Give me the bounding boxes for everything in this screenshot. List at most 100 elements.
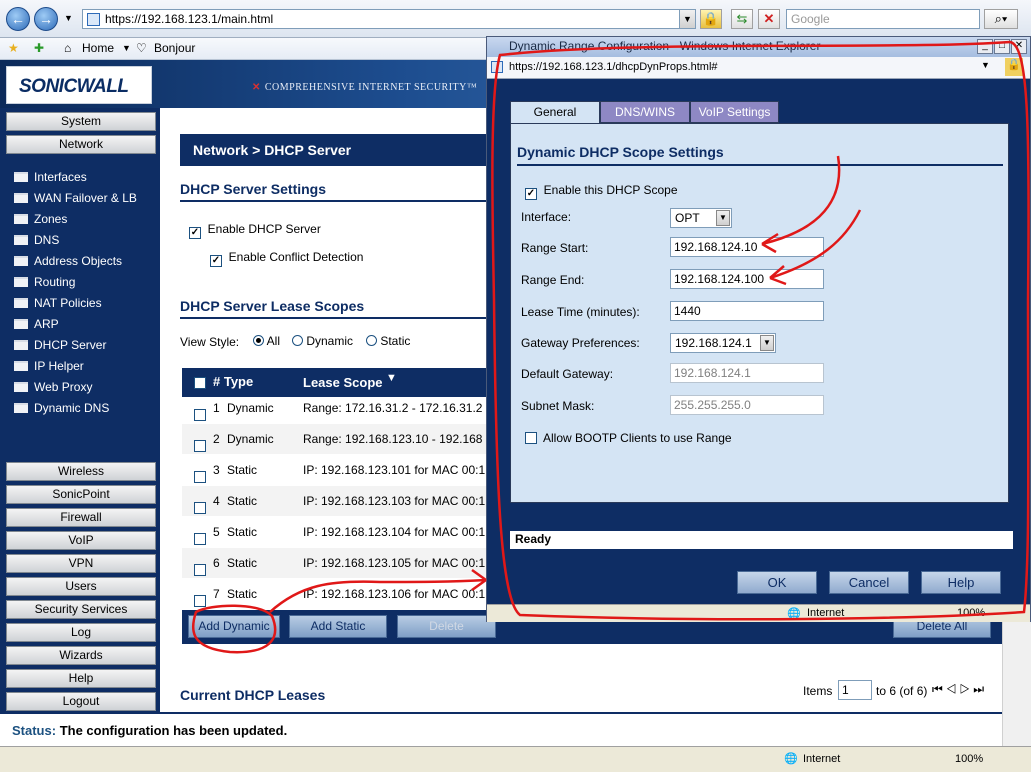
sort-icon[interactable]: ▼: [386, 372, 397, 384]
items-range: to 6 (of 6): [876, 684, 928, 698]
browser-zone: Internet: [803, 753, 841, 765]
minimize-icon[interactable]: _: [977, 39, 993, 54]
maximize-icon[interactable]: □: [994, 39, 1010, 54]
favorites-star-icon[interactable]: ★: [8, 41, 19, 55]
select-all-checkbox[interactable]: [194, 375, 206, 390]
help-button[interactable]: Help: [921, 571, 1001, 594]
popup-address-dropdown-icon[interactable]: ▼: [981, 60, 990, 70]
tab-voip-settings[interactable]: VoIP Settings: [690, 101, 779, 123]
home-icon[interactable]: ⌂: [64, 41, 71, 55]
enable-conflict-checkbox[interactable]: ✓: [210, 255, 222, 267]
sidebar-item-web-proxy[interactable]: Web Proxy: [14, 378, 92, 396]
browser-zoom[interactable]: 100%: [955, 753, 983, 765]
nav-firewall[interactable]: Firewall: [6, 508, 156, 527]
range-end-input[interactable]: 192.168.124.100: [670, 269, 824, 289]
tab-general[interactable]: General: [510, 101, 600, 124]
sidebar-item-arp[interactable]: ARP: [14, 315, 59, 333]
row-num: 3: [213, 463, 220, 477]
col-num-type[interactable]: # Type: [213, 374, 253, 389]
view-static-radio[interactable]: [366, 335, 377, 346]
nav-help[interactable]: Help: [6, 669, 156, 688]
add-favorite-icon[interactable]: ✚: [34, 41, 44, 55]
lock-icon[interactable]: 🔒: [1005, 58, 1023, 76]
sidebar-item-dynamic-dns[interactable]: Dynamic DNS: [14, 399, 109, 417]
pagination-icons[interactable]: ⏮◁▷⏭: [932, 682, 987, 697]
view-all-option[interactable]: All: [253, 334, 280, 348]
nav-users[interactable]: Users: [6, 577, 156, 596]
range-start-input[interactable]: 192.168.124.10: [670, 237, 824, 257]
sidebar-item-interfaces[interactable]: Interfaces: [14, 168, 87, 186]
nav-network[interactable]: Network: [6, 135, 156, 154]
interface-select[interactable]: OPT ▼: [670, 208, 732, 228]
divider: [517, 164, 1003, 166]
items-input[interactable]: 1: [838, 680, 872, 700]
fav-home[interactable]: Home: [82, 41, 114, 55]
back-icon[interactable]: ←: [6, 7, 30, 31]
enable-scope-checkbox[interactable]: ✓: [525, 188, 537, 200]
sidebar-item-address-objects[interactable]: Address Objects: [14, 252, 122, 270]
enable-scope-row[interactable]: ✓ Enable this DHCP Scope: [525, 183, 678, 200]
globe-icon: 🌐: [784, 753, 798, 765]
add-static-button[interactable]: Add Static: [289, 615, 387, 638]
view-dynamic-radio[interactable]: [292, 335, 303, 346]
view-all-radio[interactable]: [253, 335, 264, 346]
search-input[interactable]: Google: [786, 9, 980, 29]
address-bar[interactable]: https://192.168.123.1/main.html ▼: [82, 9, 696, 29]
address-dropdown-icon[interactable]: ▼: [679, 10, 695, 28]
refresh-icon[interactable]: ⇆: [731, 9, 753, 29]
nav-vpn[interactable]: VPN: [6, 554, 156, 573]
nav-sonicpoint[interactable]: SonicPoint: [6, 485, 156, 504]
table-row[interactable]: 3 Static IP: 192.168.123.101 for MAC 00:…: [182, 455, 492, 486]
table-row[interactable]: 4 Static IP: 192.168.123.103 for MAC 00:…: [182, 486, 492, 517]
sidebar-item-dns[interactable]: DNS: [14, 231, 59, 249]
col-lease-scope[interactable]: Lease Scope: [303, 375, 383, 390]
popup-address-bar[interactable]: https://192.168.123.1/dhcpDynProps.html#…: [487, 57, 1030, 79]
nav-voip[interactable]: VoIP: [6, 531, 156, 550]
nav-log[interactable]: Log: [6, 623, 156, 642]
status-label: Status:: [12, 723, 57, 738]
table-row[interactable]: 7 Static IP: 192.168.123.106 for MAC 00:…: [182, 579, 492, 610]
sidebar-item-nat-policies[interactable]: NAT Policies: [14, 294, 102, 312]
browser-toolbar: ← → ▼ https://192.168.123.1/main.html ▼ …: [0, 0, 1031, 38]
bootp-row[interactable]: Allow BOOTP Clients to use Range: [525, 431, 732, 445]
popup-zoom[interactable]: 100%: [957, 607, 985, 619]
enable-dhcp-checkbox[interactable]: ✓: [189, 227, 201, 239]
lease-time-input[interactable]: 1440: [670, 301, 824, 321]
sidebar-item-routing[interactable]: Routing: [14, 273, 75, 291]
nav-wizards[interactable]: Wizards: [6, 646, 156, 665]
fav-bonjour[interactable]: Bonjour: [154, 41, 195, 55]
table-row[interactable]: 6 Static IP: 192.168.123.105 for MAC 00:…: [182, 548, 492, 579]
view-static-option[interactable]: Static: [366, 334, 410, 348]
table-row[interactable]: 1 Dynamic Range: 172.16.31.2 - 172.16.31…: [182, 393, 492, 424]
sidebar-item-wan-failover[interactable]: WAN Failover & LB: [14, 189, 137, 207]
folder-icon: [14, 193, 28, 203]
nav-security-services[interactable]: Security Services: [6, 600, 156, 619]
table-row[interactable]: 5 Static IP: 192.168.123.104 for MAC 00:…: [182, 517, 492, 548]
enable-dhcp-row[interactable]: ✓ Enable DHCP Server: [189, 222, 321, 239]
enable-conflict-row[interactable]: ✓ Enable Conflict Detection: [210, 250, 363, 267]
delete-button[interactable]: Delete: [397, 615, 496, 638]
view-dynamic-option[interactable]: Dynamic: [292, 334, 353, 348]
home-dropdown-icon[interactable]: ▼: [122, 43, 131, 53]
sidebar-item-zones[interactable]: Zones: [14, 210, 67, 228]
close-icon[interactable]: ✕: [1011, 39, 1027, 54]
forward-icon[interactable]: →: [34, 7, 58, 31]
lock-icon[interactable]: 🔒: [700, 9, 722, 29]
default-gateway-input[interactable]: 192.168.124.1: [670, 363, 824, 383]
ok-button[interactable]: OK: [737, 571, 817, 594]
history-dropdown-icon[interactable]: ▼: [64, 13, 73, 23]
nav-system[interactable]: System: [6, 112, 156, 131]
sidebar-item-dhcp-server[interactable]: DHCP Server: [14, 336, 106, 354]
subnet-input[interactable]: 255.255.255.0: [670, 395, 824, 415]
sidebar-item-ip-helper[interactable]: IP Helper: [14, 357, 84, 375]
gateway-pref-select[interactable]: 192.168.124.1 ▼: [670, 333, 776, 353]
search-icon[interactable]: ⌕▾: [984, 9, 1018, 29]
table-row[interactable]: 2 Dynamic Range: 192.168.123.10 - 192.16…: [182, 424, 492, 455]
cancel-button[interactable]: Cancel: [829, 571, 909, 594]
tab-dns-wins[interactable]: DNS/WINS: [600, 101, 690, 123]
stop-icon[interactable]: ✕: [758, 9, 780, 29]
bootp-checkbox[interactable]: [525, 432, 537, 444]
nav-wireless[interactable]: Wireless: [6, 462, 156, 481]
add-dynamic-button[interactable]: Add Dynamic: [188, 615, 280, 638]
nav-logout[interactable]: Logout: [6, 692, 156, 711]
